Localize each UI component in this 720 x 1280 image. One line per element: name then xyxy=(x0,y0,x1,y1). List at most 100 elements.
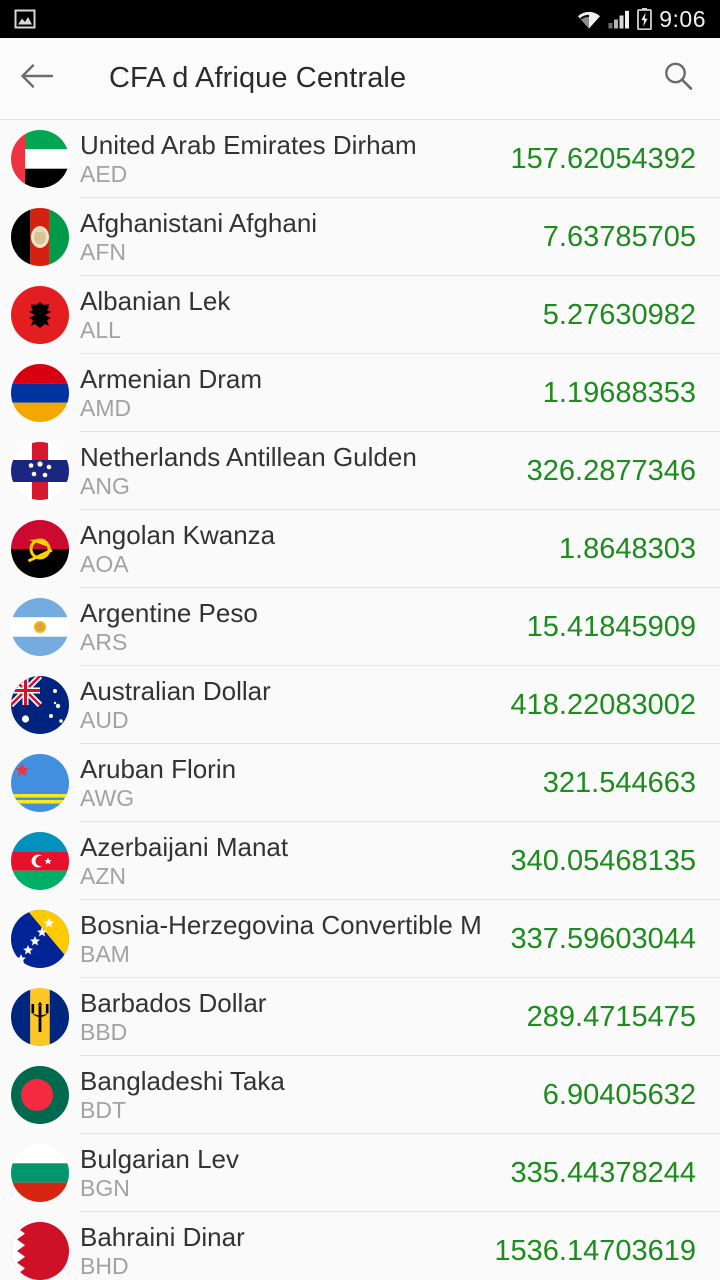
currency-code: BHD xyxy=(80,1252,129,1279)
currency-name: Barbados Dollar xyxy=(80,988,267,1018)
flag-bh-icon xyxy=(11,1222,69,1280)
list-item-text: Albanian Lek ALL xyxy=(80,287,543,344)
currency-code: ARS xyxy=(80,628,128,655)
avatar xyxy=(0,666,80,744)
currency-name: Australian Dollar xyxy=(80,676,271,706)
flag-al-icon xyxy=(11,286,69,344)
currency-rate: 5.27630982 xyxy=(542,298,696,331)
currency-code: BDT xyxy=(80,1096,126,1123)
flag-bg-icon xyxy=(11,1144,69,1202)
currency-rate: 15.41845909 xyxy=(526,610,696,643)
currency-code: BBD xyxy=(80,1018,128,1045)
list-item-text: Barbados Dollar BBD xyxy=(80,989,527,1046)
currency-rate: 1.19688353 xyxy=(542,376,696,409)
flag-bb-icon xyxy=(11,988,69,1046)
currency-name: Bosnia-Herzegovina Convertible M xyxy=(80,910,482,940)
currency-code: AOA xyxy=(80,550,129,577)
currency-code: ANG xyxy=(80,472,130,499)
avatar xyxy=(0,276,80,354)
list-item[interactable]: Bosnia-Herzegovina Convertible M BAM 337… xyxy=(0,900,720,978)
signal-bars-icon xyxy=(608,10,630,29)
list-item-text: Bahraini Dinar BHD xyxy=(80,1223,494,1280)
list-item[interactable]: Armenian Dram AMD 1.19688353 xyxy=(0,354,720,432)
list-item[interactable]: Angolan Kwanza AOA 1.8648303 xyxy=(0,510,720,588)
flag-af-icon xyxy=(11,208,69,266)
currency-rate: 326.2877346 xyxy=(526,454,696,487)
avatar xyxy=(0,978,80,1056)
search-button[interactable] xyxy=(636,38,720,120)
avatar xyxy=(0,354,80,432)
currency-name: Azerbaijani Manat xyxy=(80,832,289,862)
list-item[interactable]: Afghanistani Afghani AFN 7.63785705 xyxy=(0,198,720,276)
currency-code: AED xyxy=(80,160,128,187)
list-item-text: Argentine Peso ARS xyxy=(80,599,527,656)
avatar xyxy=(0,120,80,198)
avatar xyxy=(0,1134,80,1212)
status-bar-indicators: 9:06 xyxy=(577,5,706,32)
flag-au-icon xyxy=(11,676,69,734)
list-item-text: Azerbaijani Manat AZN xyxy=(80,833,511,890)
list-item[interactable]: Barbados Dollar BBD 289.4715475 xyxy=(0,978,720,1056)
list-item[interactable]: Albanian Lek ALL 5.27630982 xyxy=(0,276,720,354)
avatar xyxy=(0,744,80,822)
currency-name: Albanian Lek xyxy=(80,286,231,316)
page-title: CFA d Afrique Centrale xyxy=(109,62,407,94)
flag-az-icon xyxy=(11,832,69,890)
list-item[interactable]: Aruban Florin AWG 321.544663 xyxy=(0,744,720,822)
currency-rate: 321.544663 xyxy=(542,766,696,799)
app-toolbar: CFA d Afrique Centrale xyxy=(0,38,720,120)
list-item[interactable]: Bangladeshi Taka BDT 6.90405632 xyxy=(0,1056,720,1134)
currency-name: Bahraini Dinar xyxy=(80,1222,245,1252)
search-icon xyxy=(662,60,694,97)
avatar xyxy=(0,1056,80,1134)
wifi-icon xyxy=(577,10,601,29)
status-bar-notifications xyxy=(14,9,36,29)
flag-an-icon xyxy=(11,442,69,500)
list-item-text: Australian Dollar AUD xyxy=(80,677,511,734)
list-item[interactable]: Australian Dollar AUD 418.22083002 xyxy=(0,666,720,744)
flag-ar-icon xyxy=(11,598,69,656)
flag-am-icon xyxy=(11,364,69,422)
currency-name: Armenian Dram xyxy=(80,364,263,394)
list-item[interactable]: Azerbaijani Manat AZN 340.05468135 xyxy=(0,822,720,900)
currency-code: BGN xyxy=(80,1174,130,1201)
currency-name: United Arab Emirates Dirham xyxy=(80,130,417,160)
list-item-text: United Arab Emirates Dirham AED xyxy=(80,131,511,188)
list-item[interactable]: Argentine Peso ARS 15.41845909 xyxy=(0,588,720,666)
currency-list[interactable]: United Arab Emirates Dirham AED 157.6205… xyxy=(0,120,720,1280)
flag-aw-icon xyxy=(11,754,69,812)
avatar xyxy=(0,588,80,666)
currency-rate: 335.44378244 xyxy=(510,1156,696,1189)
currency-name: Angolan Kwanza xyxy=(80,520,276,550)
currency-rate: 340.05468135 xyxy=(510,844,696,877)
currency-code: AFN xyxy=(80,238,126,265)
list-item[interactable]: Bahraini Dinar BHD 1536.14703619 xyxy=(0,1212,720,1280)
flag-ae-icon xyxy=(11,130,69,188)
currency-code: AMD xyxy=(80,394,132,421)
status-bar: 9:06 xyxy=(0,0,720,38)
list-item-text: Netherlands Antillean Gulden ANG xyxy=(80,443,527,500)
list-item[interactable]: Netherlands Antillean Gulden ANG 326.287… xyxy=(0,432,720,510)
currency-code: ALL xyxy=(80,316,121,343)
flag-bd-icon xyxy=(11,1066,69,1124)
avatar xyxy=(0,900,80,978)
currency-name: Bulgarian Lev xyxy=(80,1144,239,1174)
currency-rate: 7.63785705 xyxy=(542,220,696,253)
status-bar-clock: 9:06 xyxy=(659,5,706,32)
list-item-text: Bangladeshi Taka BDT xyxy=(80,1067,543,1124)
back-button[interactable] xyxy=(0,38,74,120)
currency-rate: 6.90405632 xyxy=(542,1078,696,1111)
currency-name: Aruban Florin xyxy=(80,754,237,784)
list-item-text: Armenian Dram AMD xyxy=(80,365,543,422)
currency-name: Afghanistani Afghani xyxy=(80,208,318,238)
list-item[interactable]: Bulgarian Lev BGN 335.44378244 xyxy=(0,1134,720,1212)
currency-name: Netherlands Antillean Gulden xyxy=(80,442,417,472)
currency-code: AUD xyxy=(80,706,129,733)
avatar xyxy=(0,510,80,588)
currency-name: Bangladeshi Taka xyxy=(80,1066,285,1096)
list-item-text: Afghanistani Afghani AFN xyxy=(80,209,543,266)
currency-rate: 337.59603044 xyxy=(510,922,696,955)
list-item[interactable]: United Arab Emirates Dirham AED 157.6205… xyxy=(0,120,720,198)
list-item-text: Angolan Kwanza AOA xyxy=(80,521,559,578)
list-item-text: Bulgarian Lev BGN xyxy=(80,1145,511,1202)
